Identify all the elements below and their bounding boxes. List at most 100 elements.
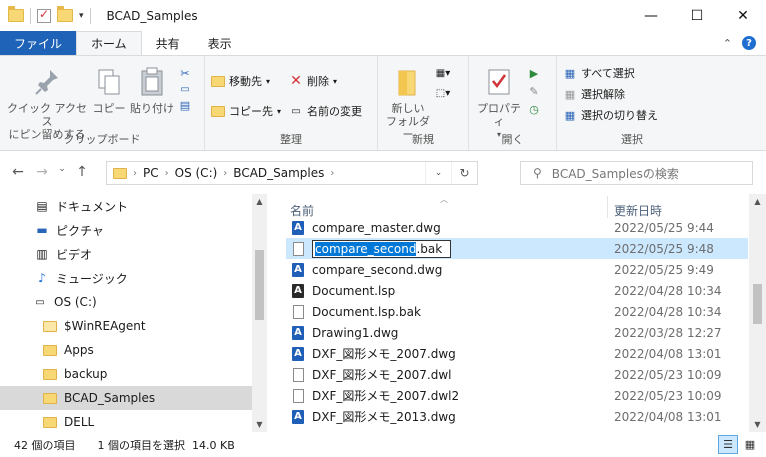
history-icon[interactable]: ◷ bbox=[527, 102, 541, 116]
large-icons-view-icon[interactable]: ▦ bbox=[740, 435, 760, 454]
dwg-file-icon: A bbox=[292, 262, 304, 277]
chevron-right-icon: › bbox=[133, 167, 137, 179]
file-list-scroll-thumb[interactable] bbox=[753, 284, 762, 324]
new-folder-icon[interactable] bbox=[57, 6, 73, 22]
folder-icon bbox=[42, 415, 58, 429]
new-item-icon[interactable]: ▦▾ bbox=[436, 66, 450, 80]
nav-item-winreagent[interactable]: $WinREAgent bbox=[0, 314, 252, 338]
nav-item-videos[interactable]: ▥ ビデオ bbox=[0, 242, 252, 266]
dwg-file-icon: A bbox=[292, 346, 304, 361]
copy-icon bbox=[93, 66, 125, 98]
file-row-selected[interactable]: compare_second.bak 2022/05/25 9:48 bbox=[286, 238, 748, 259]
nav-item-pictures[interactable]: ▬ ピクチャ bbox=[0, 218, 252, 242]
forward-button[interactable]: → bbox=[30, 164, 54, 180]
open-icon[interactable]: ▶ bbox=[527, 66, 541, 80]
scroll-down-icon[interactable]: ▼ bbox=[749, 420, 766, 429]
file-row[interactable]: A Document.lsp 2022/04/28 10:34 bbox=[286, 280, 748, 301]
rename-icon: ▭ bbox=[291, 105, 301, 117]
file-row[interactable]: A DXF_図形メモ_2007.dwg 2022/04/08 13:01 bbox=[286, 343, 748, 364]
folder-icon bbox=[42, 343, 58, 357]
up-button[interactable]: ↑ bbox=[70, 164, 94, 180]
tab-home[interactable]: ホーム bbox=[76, 31, 142, 55]
divider bbox=[89, 7, 91, 24]
file-row[interactable]: DXF_図形メモ_2007.dwl 2022/05/23 10:09 bbox=[286, 364, 748, 385]
item-count: 42 個の項目 bbox=[14, 438, 76, 452]
divider bbox=[607, 196, 608, 218]
tab-view[interactable]: 表示 bbox=[194, 31, 246, 55]
nav-item-bcad-samples[interactable]: BCAD_Samples bbox=[0, 386, 252, 410]
navigation-pane: ▤ ドキュメント ▬ ピクチャ ▥ ビデオ ♪ ミュージック ▭ OS (C:) $Win… bbox=[0, 194, 267, 432]
navigation-bar: ← → ⌄ ↑ › PC › OS (C:) › BCAD_Samples › … bbox=[0, 152, 766, 194]
refresh-icon[interactable]: ↻ bbox=[451, 162, 477, 184]
easy-access-icon[interactable]: ⬚▾ bbox=[436, 86, 450, 100]
tab-share[interactable]: 共有 bbox=[142, 31, 194, 55]
file-row[interactable]: A compare_second.dwg 2022/05/25 9:49 bbox=[286, 259, 748, 280]
file-row[interactable]: A Drawing1.dwg 2022/03/28 12:27 bbox=[286, 322, 748, 343]
delete-button[interactable]: ✕ 削除 ▾ bbox=[289, 72, 362, 90]
nav-scrollbar[interactable]: ▲ ▼ bbox=[252, 194, 267, 432]
rename-input[interactable]: compare_second.bak bbox=[312, 239, 451, 258]
search-box[interactable]: ⚲ BCAD_Samplesの検索 bbox=[520, 161, 753, 185]
nav-item-backup[interactable]: backup bbox=[0, 362, 252, 386]
minimize-button[interactable]: — bbox=[628, 0, 674, 31]
chevron-right-icon: › bbox=[164, 167, 169, 179]
select-none-button[interactable]: ▦ 選択解除 bbox=[563, 85, 658, 103]
select-all-button[interactable]: ▦ すべて選択 bbox=[563, 64, 658, 82]
videos-icon: ▥ bbox=[36, 247, 48, 261]
open-group: プロパティ ▾ ▶ ✎ ◷ 開く bbox=[469, 56, 557, 150]
breadcrumb-drive[interactable]: OS (C:) bbox=[175, 166, 218, 180]
scroll-up-icon[interactable]: ▲ bbox=[749, 197, 766, 206]
close-button[interactable]: ✕ bbox=[720, 0, 766, 31]
invert-selection-button[interactable]: ▦ 選択の切り替え bbox=[563, 106, 658, 124]
file-row[interactable]: A DXF_図形メモ_2013.dwg 2022/04/08 13:01 bbox=[286, 406, 748, 427]
select-group: ▦ すべて選択 ▦ 選択解除 ▦ 選択の切り替え 選択 bbox=[557, 56, 707, 150]
breadcrumb-pc[interactable]: PC bbox=[143, 166, 159, 180]
file-row[interactable]: Document.lsp.bak 2022/04/28 10:34 bbox=[286, 301, 748, 322]
file-row[interactable]: DXF_図形メモ_2007.dwl2 2022/05/23 10:09 bbox=[286, 385, 748, 406]
copy-to-button[interactable]: コピー先 ▾ bbox=[211, 102, 281, 120]
nav-scroll-thumb[interactable] bbox=[255, 250, 264, 320]
folder-icon bbox=[113, 167, 127, 179]
dwg-file-icon: A bbox=[292, 325, 304, 340]
dwg-file-icon: A bbox=[292, 409, 304, 424]
scroll-down-icon[interactable]: ▼ bbox=[252, 420, 267, 429]
folder-icon bbox=[8, 6, 24, 22]
rename-button[interactable]: ▭ 名前の変更 bbox=[289, 102, 362, 120]
details-view-icon[interactable]: ☰ bbox=[718, 435, 738, 454]
search-placeholder: BCAD_Samplesの検索 bbox=[551, 166, 679, 181]
ribbon-collapse-icon[interactable]: ⌃ bbox=[723, 37, 732, 50]
invert-selection-icon: ▦ bbox=[564, 108, 576, 122]
copy-path-icon[interactable]: ▭ bbox=[178, 82, 192, 96]
file-list-scrollbar[interactable]: ▲ ▼ bbox=[749, 194, 766, 432]
select-group-label: 選択 bbox=[621, 133, 643, 146]
nav-item-dell[interactable]: DELL bbox=[0, 410, 252, 432]
chevron-right-icon: › bbox=[223, 167, 228, 179]
pictures-icon: ▬ bbox=[36, 223, 48, 237]
drive-icon: ▭ bbox=[35, 296, 45, 308]
nav-item-documents[interactable]: ▤ ドキュメント bbox=[0, 194, 252, 218]
nav-item-os-c[interactable]: ▭ OS (C:) bbox=[0, 290, 252, 314]
breadcrumb-folder[interactable]: BCAD_Samples bbox=[233, 166, 324, 180]
maximize-button[interactable]: ☐ bbox=[674, 0, 720, 31]
scroll-up-icon[interactable]: ▲ bbox=[252, 197, 267, 206]
edit-icon[interactable]: ✎ bbox=[527, 84, 541, 98]
cut-icon[interactable]: ✂ bbox=[178, 66, 192, 80]
ribbon-tabs: ファイル ホーム 共有 表示 ⌃ ? bbox=[0, 31, 766, 55]
properties-icon[interactable] bbox=[37, 7, 51, 23]
clipboard-group-label: クリップボード bbox=[63, 133, 141, 146]
back-button[interactable]: ← bbox=[6, 164, 30, 180]
nav-item-apps[interactable]: Apps bbox=[0, 338, 252, 362]
tab-file[interactable]: ファイル bbox=[0, 31, 77, 55]
customize-toolbar-icon[interactable]: ▾ bbox=[79, 11, 84, 21]
address-bar[interactable]: › PC › OS (C:) › BCAD_Samples › ⌄ ↻ bbox=[106, 161, 478, 185]
open-group-label: 開く bbox=[501, 133, 524, 146]
search-icon: ⚲ bbox=[533, 166, 542, 180]
address-dropdown-icon[interactable]: ⌄ bbox=[425, 162, 451, 184]
move-to-button[interactable]: 移動先 ▾ bbox=[211, 72, 281, 90]
nav-item-music[interactable]: ♪ ミュージック bbox=[0, 266, 252, 290]
help-icon[interactable]: ? bbox=[742, 36, 756, 50]
recent-locations-icon[interactable]: ⌄ bbox=[54, 164, 70, 180]
paste-shortcut-icon[interactable]: ▤ bbox=[178, 98, 192, 112]
divider bbox=[30, 7, 31, 24]
file-row[interactable]: A compare_master.dwg 2022/05/25 9:44 bbox=[286, 217, 748, 238]
